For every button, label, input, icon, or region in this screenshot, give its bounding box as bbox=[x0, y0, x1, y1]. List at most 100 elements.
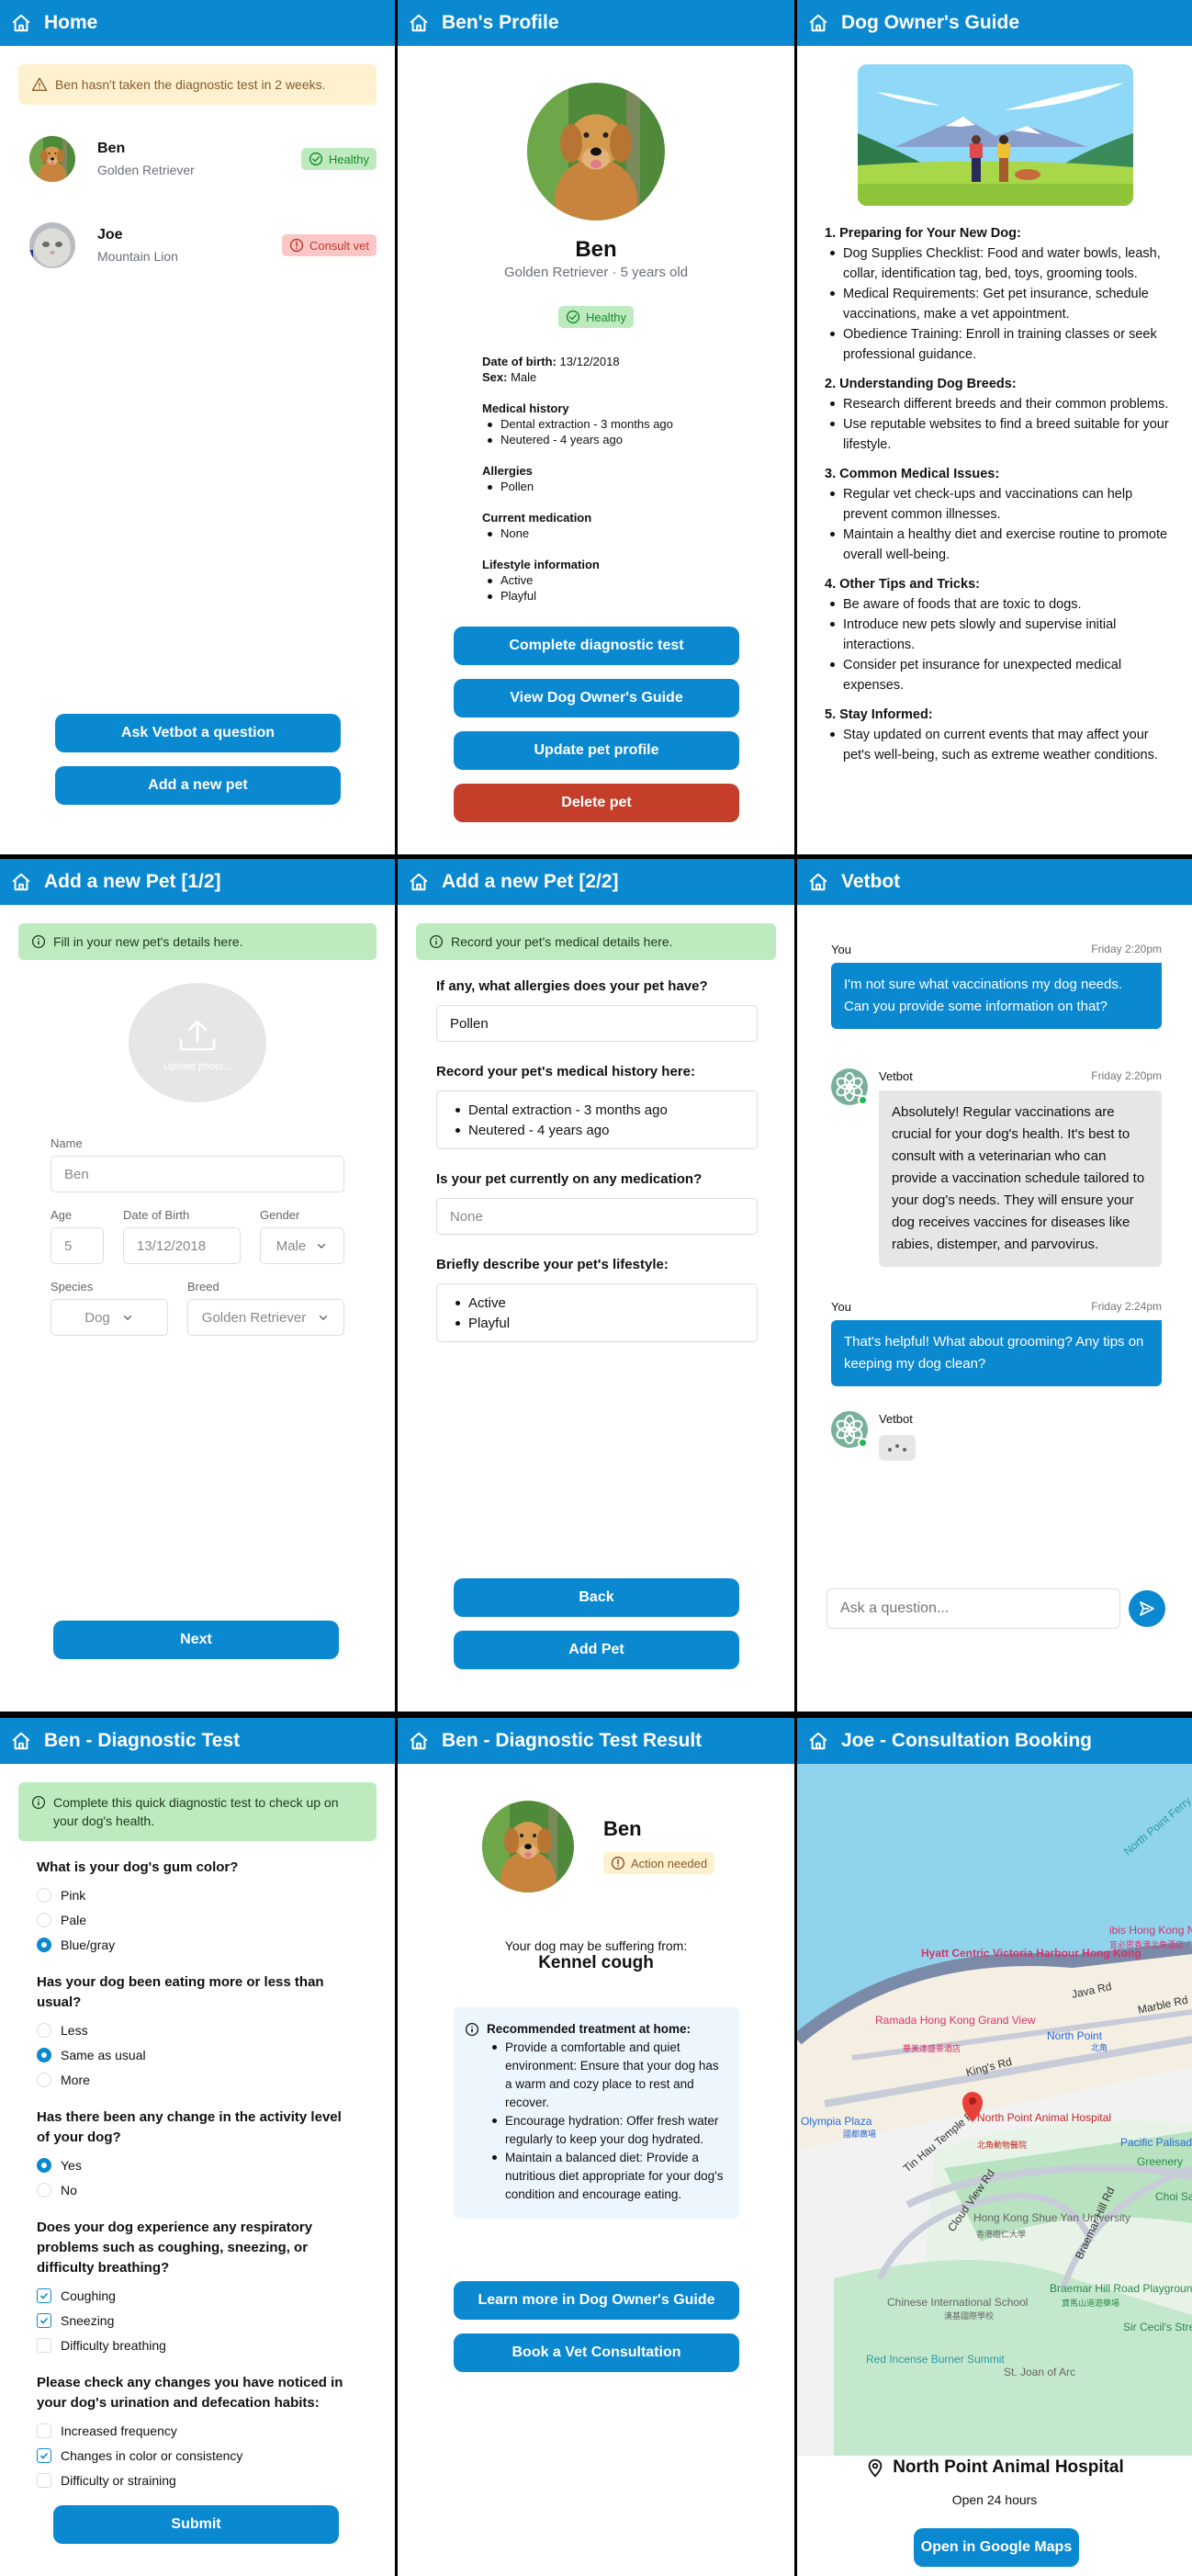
home-icon[interactable] bbox=[808, 1731, 828, 1751]
name-input[interactable]: Ben bbox=[51, 1156, 344, 1192]
option-label: Yes bbox=[61, 2158, 82, 2173]
history-question: Record your pet's medical history here: bbox=[436, 1064, 695, 1079]
age-input[interactable]: 5 bbox=[51, 1227, 104, 1264]
home-icon[interactable] bbox=[409, 872, 429, 892]
status-badge: Consult vet bbox=[281, 234, 377, 256]
chevron-down-icon bbox=[121, 1311, 134, 1324]
online-indicator bbox=[858, 1095, 868, 1105]
radio-option[interactable]: Same as usual bbox=[37, 2048, 358, 2062]
home-icon[interactable] bbox=[409, 1731, 429, 1751]
home-icon[interactable] bbox=[808, 872, 828, 892]
list-item: Dental extraction - 3 months ago bbox=[482, 416, 758, 432]
checkbox-option[interactable]: Sneezing bbox=[37, 2313, 358, 2328]
next-button[interactable]: Next bbox=[53, 1621, 339, 1659]
allergies-input[interactable]: Pollen bbox=[436, 1005, 758, 1042]
radio-button[interactable] bbox=[37, 2023, 51, 2038]
send-button[interactable] bbox=[1129, 1590, 1165, 1627]
radio-button[interactable] bbox=[37, 2048, 51, 2062]
radio-button[interactable] bbox=[37, 2183, 51, 2198]
list-item: Provide a comfortable and quiet environm… bbox=[487, 2039, 726, 2112]
gender-label: Gender bbox=[260, 1208, 300, 1222]
radio-option[interactable]: Yes bbox=[37, 2158, 358, 2173]
history-textarea[interactable]: Dental extraction - 3 months ago Neutered… bbox=[436, 1090, 758, 1149]
medication-input[interactable]: None bbox=[436, 1198, 758, 1235]
home-icon[interactable] bbox=[11, 872, 31, 892]
option-label: Difficulty or straining bbox=[61, 2473, 176, 2488]
ask-vetbot-button[interactable]: Ask Vetbot a question bbox=[55, 714, 341, 752]
pet-avatar bbox=[482, 1801, 574, 1892]
section-heading: Other Tips and Tricks: bbox=[839, 577, 980, 592]
species-select[interactable]: Dog bbox=[51, 1299, 168, 1336]
checkbox[interactable] bbox=[37, 2288, 51, 2303]
home-icon[interactable] bbox=[808, 13, 828, 33]
lifestyle-question: Briefly describe your pet's lifestyle: bbox=[436, 1257, 669, 1272]
radio-option[interactable]: More bbox=[37, 2073, 358, 2087]
checkbox[interactable] bbox=[37, 2313, 51, 2328]
checkbox-option[interactable]: Changes in color or consistency bbox=[37, 2448, 358, 2463]
status-text: Consult vet bbox=[309, 238, 369, 253]
section-number: 1. bbox=[825, 226, 837, 241]
radio-option[interactable]: Pale bbox=[37, 1913, 358, 1927]
checkmark-icon bbox=[39, 2452, 49, 2459]
map-label-red-incense: Red Incense Burner Summit bbox=[866, 2353, 1005, 2366]
opening-hours: Open 24 hours bbox=[951, 2492, 1038, 2507]
message-bubble: That's helpful! What about grooming? Any… bbox=[831, 1320, 1162, 1386]
radio-button[interactable] bbox=[37, 2073, 51, 2087]
back-button[interactable]: Back bbox=[454, 1578, 739, 1617]
book-consultation-button[interactable]: Book a Vet Consultation bbox=[454, 2333, 739, 2372]
checkbox-option[interactable]: Increased frequency bbox=[37, 2423, 358, 2438]
breed-value: Golden Retriever bbox=[201, 1309, 307, 1326]
checkbox[interactable] bbox=[37, 2423, 51, 2438]
checkbox[interactable] bbox=[37, 2448, 51, 2463]
submit-button[interactable]: Submit bbox=[53, 2505, 339, 2544]
delete-pet-button[interactable]: Delete pet bbox=[454, 784, 739, 822]
update-profile-button[interactable]: Update pet profile bbox=[454, 731, 739, 770]
checkbox-option[interactable]: Coughing bbox=[37, 2288, 358, 2303]
suffering-label: Your dog may be suffering from: bbox=[504, 1938, 688, 1953]
list-item: Dog Supplies Checklist: Food and water b… bbox=[825, 243, 1178, 284]
chat-input[interactable] bbox=[827, 1588, 1120, 1629]
list-item: Medical Requirements: Get pet insurance,… bbox=[825, 284, 1178, 324]
add-pet-submit-button[interactable]: Add Pet bbox=[454, 1631, 739, 1669]
breed-select[interactable]: Golden Retriever bbox=[187, 1299, 344, 1336]
checkbox[interactable] bbox=[37, 2473, 51, 2488]
section-heading: Common Medical Issues: bbox=[839, 467, 1000, 481]
gender-select[interactable]: Male bbox=[260, 1227, 344, 1264]
radio-option[interactable]: Blue/gray bbox=[37, 1938, 358, 1952]
map-label-cis-cn: 漢基國際學校 bbox=[944, 2310, 994, 2321]
radio-option[interactable]: Less bbox=[37, 2023, 358, 2038]
pet-list-item[interactable]: Joe Mountain Lion Consult vet bbox=[0, 202, 395, 288]
radio-button[interactable] bbox=[37, 1913, 51, 1927]
location-pin-icon bbox=[868, 2458, 883, 2478]
radio-button[interactable] bbox=[37, 2158, 51, 2173]
radio-option[interactable]: No bbox=[37, 2183, 358, 2198]
add-pet-button[interactable]: Add a new pet bbox=[55, 766, 341, 805]
learn-more-guide-button[interactable]: Learn more in Dog Owner's Guide bbox=[454, 2281, 739, 2320]
info-alert: Fill in your new pet's details here. bbox=[18, 923, 377, 960]
dob-input[interactable]: 13/12/2018 bbox=[123, 1227, 241, 1264]
view-guide-button[interactable]: View Dog Owner's Guide bbox=[454, 679, 739, 717]
upload-photo-button[interactable]: Upload photo... bbox=[129, 983, 266, 1102]
pet-list-item[interactable]: Ben Golden Retriever Healthy bbox=[0, 116, 395, 202]
home-icon[interactable] bbox=[11, 13, 31, 33]
lifestyle-textarea[interactable]: Active Playful bbox=[436, 1283, 758, 1342]
checkbox-option[interactable]: Difficulty or straining bbox=[37, 2473, 358, 2488]
checkbox-option[interactable]: Difficulty breathing bbox=[37, 2338, 358, 2353]
checkbox[interactable] bbox=[37, 2338, 51, 2353]
info-icon bbox=[429, 934, 444, 949]
map-view[interactable]: North Point Ferry Hyatt Centric Victoria… bbox=[797, 1764, 1192, 2456]
pet-details: Date of birth: 13/12/2018 Sex: Male Medi… bbox=[482, 354, 758, 604]
open-google-maps-button[interactable]: Open in Google Maps bbox=[914, 2528, 1079, 2567]
option-label: Less bbox=[61, 2023, 88, 2038]
list-item: Research different breeds and their comm… bbox=[825, 394, 1178, 414]
warning-icon bbox=[31, 76, 48, 93]
home-icon[interactable] bbox=[409, 13, 429, 33]
radio-button[interactable] bbox=[37, 1888, 51, 1903]
complete-diagnostic-button[interactable]: Complete diagnostic test bbox=[454, 627, 739, 665]
chevron-down-icon bbox=[315, 1239, 328, 1252]
pet-name: Ben bbox=[575, 237, 617, 262]
home-icon[interactable] bbox=[11, 1731, 31, 1751]
radio-option[interactable]: Pink bbox=[37, 1888, 358, 1903]
radio-button[interactable] bbox=[37, 1938, 51, 1952]
add-pet-step2-screen: Add a new Pet [2/2] Record your pet's me… bbox=[398, 859, 794, 1712]
